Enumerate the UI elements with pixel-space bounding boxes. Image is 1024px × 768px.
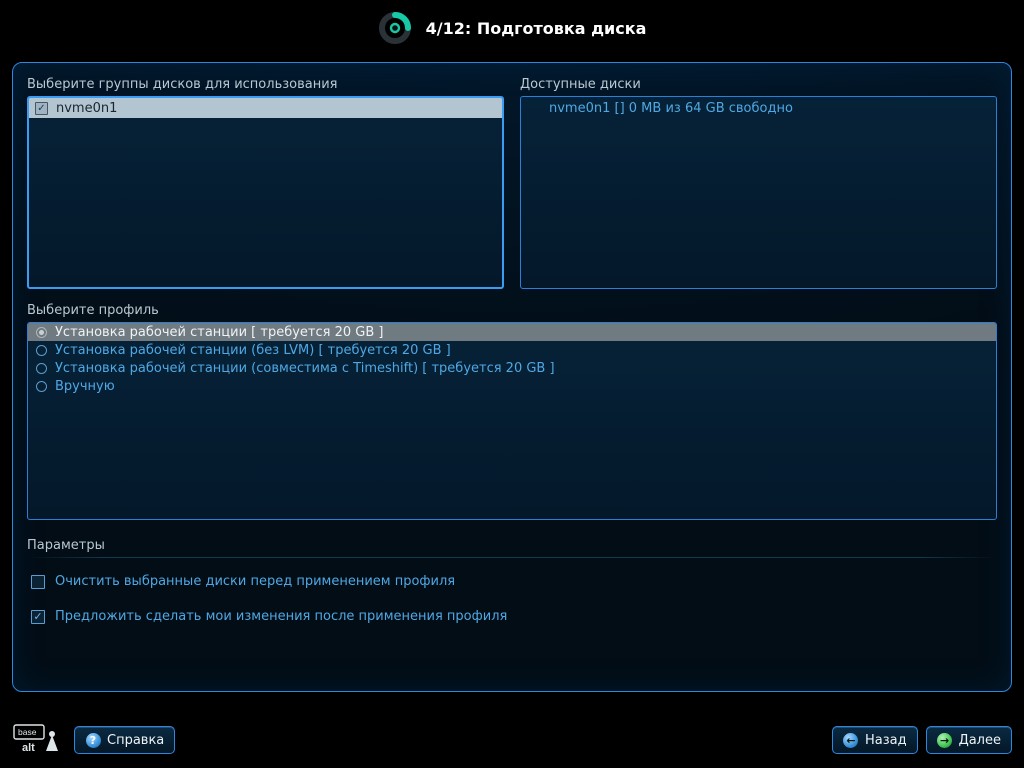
disk-groups-list[interactable]: ✓ nvme0n1 — [27, 96, 504, 289]
params-label: Параметры — [27, 538, 997, 553]
disk-groups-label: Выберите группы дисков для использования — [27, 77, 504, 92]
radio-selected-icon — [36, 327, 47, 338]
arrow-left-icon: ← — [843, 732, 859, 748]
help-icon: ? — [85, 732, 101, 748]
radio-icon — [36, 381, 47, 392]
logo-icon — [378, 11, 412, 45]
checkbox-checked-icon[interactable]: ✓ — [31, 610, 45, 624]
page-title: 4/12: Подготовка диска — [426, 19, 647, 38]
profile-option[interactable]: Установка рабочей станции [ требуется 20… — [28, 323, 996, 341]
brand-basealt-icon: base alt — [12, 721, 64, 759]
radio-icon — [36, 345, 47, 356]
footer: base alt ? Справка ← Назад → Далее — [0, 712, 1024, 768]
profile-option[interactable]: Установка рабочей станции (без LVM) [ тр… — [28, 341, 996, 359]
checkbox-icon[interactable] — [31, 575, 45, 589]
profile-label: Выберите профиль — [27, 303, 997, 318]
disk-group-name: nvme0n1 — [56, 101, 117, 116]
available-disks-list[interactable]: nvme0n1 [] 0 MB из 64 GB свободно — [520, 96, 997, 289]
help-button[interactable]: ? Справка — [74, 726, 175, 754]
installer-header: 4/12: Подготовка диска — [0, 0, 1024, 56]
svg-text:base: base — [18, 727, 37, 737]
checkbox-checked-icon[interactable]: ✓ — [35, 102, 48, 115]
next-button[interactable]: → Далее — [926, 726, 1012, 754]
disk-group-item[interactable]: ✓ nvme0n1 — [29, 98, 502, 118]
param-clear-disks[interactable]: Очистить выбранные диски перед применени… — [27, 564, 997, 599]
divider — [27, 557, 997, 558]
radio-icon — [36, 363, 47, 374]
profile-option[interactable]: Вручную — [28, 377, 996, 395]
available-disks-label: Доступные диски — [520, 77, 997, 92]
available-disk-item[interactable]: nvme0n1 [] 0 MB из 64 GB свободно — [521, 97, 996, 120]
profile-list[interactable]: Установка рабочей станции [ требуется 20… — [27, 322, 997, 520]
param-confirm-changes[interactable]: ✓ Предложить сделать мои изменения после… — [27, 599, 997, 634]
main-panel: Выберите группы дисков для использования… — [12, 62, 1012, 692]
arrow-right-icon: → — [937, 732, 953, 748]
svg-text:alt: alt — [22, 742, 35, 754]
profile-option[interactable]: Установка рабочей станции (совместима с … — [28, 359, 996, 377]
back-button[interactable]: ← Назад — [832, 726, 918, 754]
